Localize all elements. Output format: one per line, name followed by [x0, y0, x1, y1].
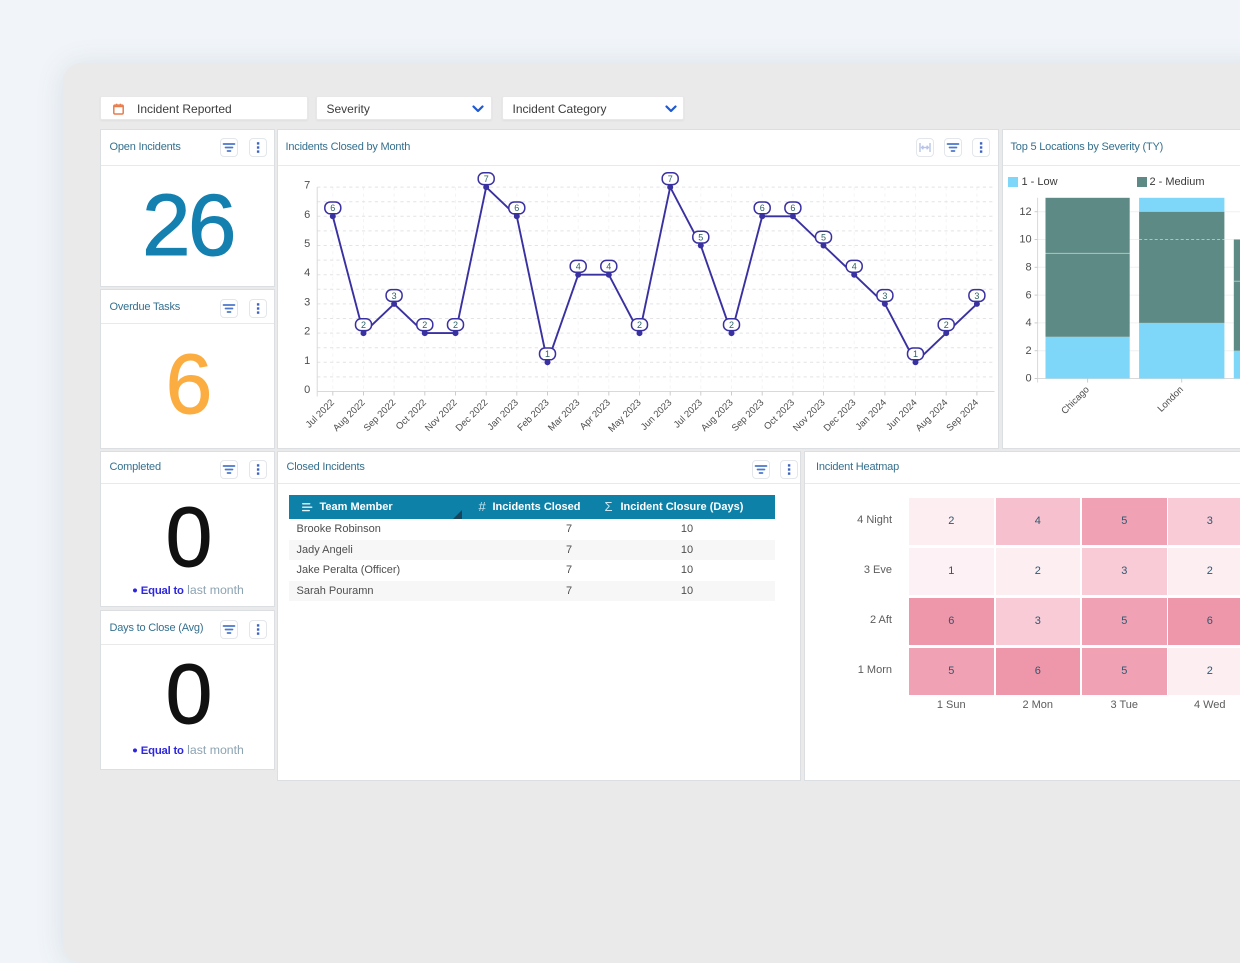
svg-text:Aug 2024: Aug 2024 [914, 397, 951, 434]
svg-text:3: 3 [974, 290, 979, 300]
svg-text:6: 6 [790, 203, 795, 213]
svg-text:4: 4 [576, 261, 581, 271]
svg-text:Feb 2023: Feb 2023 [515, 397, 551, 433]
svg-text:7: 7 [484, 174, 489, 184]
svg-text:3: 3 [304, 296, 310, 308]
svg-text:6: 6 [514, 203, 519, 213]
svg-text:10: 10 [1019, 233, 1031, 245]
svg-text:5: 5 [821, 232, 826, 242]
svg-text:7: 7 [304, 179, 310, 191]
svg-text:5: 5 [698, 232, 703, 242]
svg-text:Aug 2022: Aug 2022 [331, 397, 368, 434]
svg-text:4: 4 [304, 267, 310, 279]
svg-text:2: 2 [729, 320, 734, 330]
svg-text:3: 3 [882, 290, 887, 300]
svg-text:6: 6 [330, 203, 335, 213]
svg-text:Mar 2023: Mar 2023 [546, 397, 582, 433]
svg-text:Jan 2024: Jan 2024 [854, 397, 889, 432]
svg-text:4: 4 [606, 261, 611, 271]
svg-text:4: 4 [1025, 317, 1031, 329]
svg-text:London: London [1156, 384, 1186, 414]
svg-text:4: 4 [852, 261, 857, 271]
svg-text:5: 5 [304, 238, 310, 250]
svg-text:Jun 2023: Jun 2023 [639, 397, 674, 432]
svg-text:1: 1 [545, 349, 550, 359]
svg-text:2: 2 [453, 320, 458, 330]
svg-text:1: 1 [913, 349, 918, 359]
svg-text:6: 6 [1025, 289, 1031, 301]
svg-text:Dec 2022: Dec 2022 [454, 397, 491, 434]
svg-text:0: 0 [304, 384, 310, 396]
svg-text:2: 2 [637, 320, 642, 330]
svg-text:Jan 2023: Jan 2023 [485, 397, 520, 432]
svg-text:Dec 2023: Dec 2023 [822, 397, 859, 434]
svg-text:May 2023: May 2023 [606, 397, 643, 434]
svg-text:Sep 2023: Sep 2023 [730, 397, 767, 434]
svg-text:3: 3 [392, 290, 397, 300]
svg-text:Chicago: Chicago [1059, 384, 1091, 416]
svg-text:0: 0 [1025, 372, 1031, 384]
svg-text:Nov 2023: Nov 2023 [791, 397, 828, 434]
svg-text:2: 2 [944, 320, 949, 330]
svg-text:12: 12 [1019, 205, 1031, 217]
svg-text:2: 2 [304, 325, 310, 337]
svg-text:Aug 2023: Aug 2023 [699, 397, 736, 434]
svg-text:2: 2 [1025, 344, 1031, 356]
svg-text:Nov 2022: Nov 2022 [423, 397, 460, 434]
svg-text:6: 6 [304, 208, 310, 220]
svg-text:Sep 2024: Sep 2024 [944, 397, 981, 434]
svg-text:8: 8 [1025, 261, 1031, 273]
svg-text:2: 2 [361, 320, 366, 330]
svg-text:1: 1 [304, 354, 310, 366]
svg-text:7: 7 [668, 174, 673, 184]
svg-text:2: 2 [422, 320, 427, 330]
svg-text:Sep 2022: Sep 2022 [362, 397, 399, 434]
svg-text:6: 6 [760, 203, 765, 213]
